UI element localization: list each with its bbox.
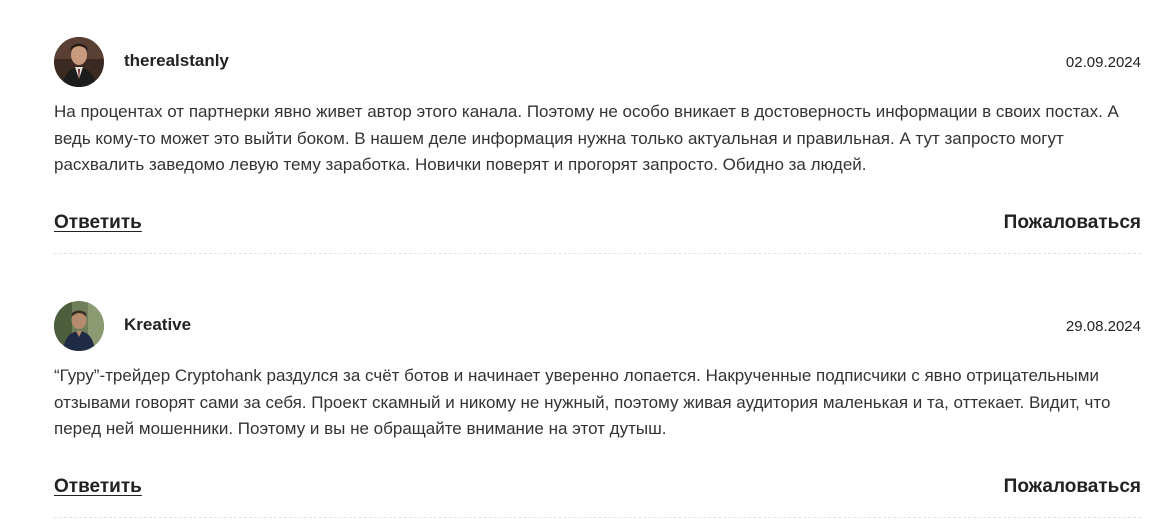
comment-text: На процентах от партнерки явно живет авт… — [54, 102, 1119, 174]
avatar[interactable] — [54, 301, 104, 351]
comment-date: 29.08.2024 — [1065, 318, 1141, 335]
comment-card: therealstanly 02.09.2024 На процентах от… — [54, 37, 1141, 254]
username: therealstanly — [124, 51, 229, 70]
comment-header: Kreative 29.08.2024 — [54, 301, 1141, 351]
comment-header: therealstanly 02.09.2024 — [54, 37, 1141, 87]
divider — [54, 253, 1141, 254]
report-link[interactable]: Пожаловаться — [1004, 211, 1141, 235]
username: Kreative — [124, 315, 192, 334]
user-photo-icon — [54, 301, 104, 351]
divider — [54, 517, 1141, 518]
comment-text: “Гуру”-трейдер Cryptohank раздулся за сч… — [54, 366, 1111, 438]
comment-date: 02.09.2024 — [1065, 54, 1141, 71]
avatar[interactable] — [54, 37, 104, 87]
reply-link[interactable]: Ответить — [54, 475, 142, 499]
reply-link[interactable]: Ответить — [54, 211, 142, 235]
user-photo-icon — [54, 37, 104, 87]
report-link[interactable]: Пожаловаться — [1004, 475, 1141, 499]
comment-card: Kreative 29.08.2024 “Гуру”-трейдер Crypt… — [54, 301, 1141, 518]
